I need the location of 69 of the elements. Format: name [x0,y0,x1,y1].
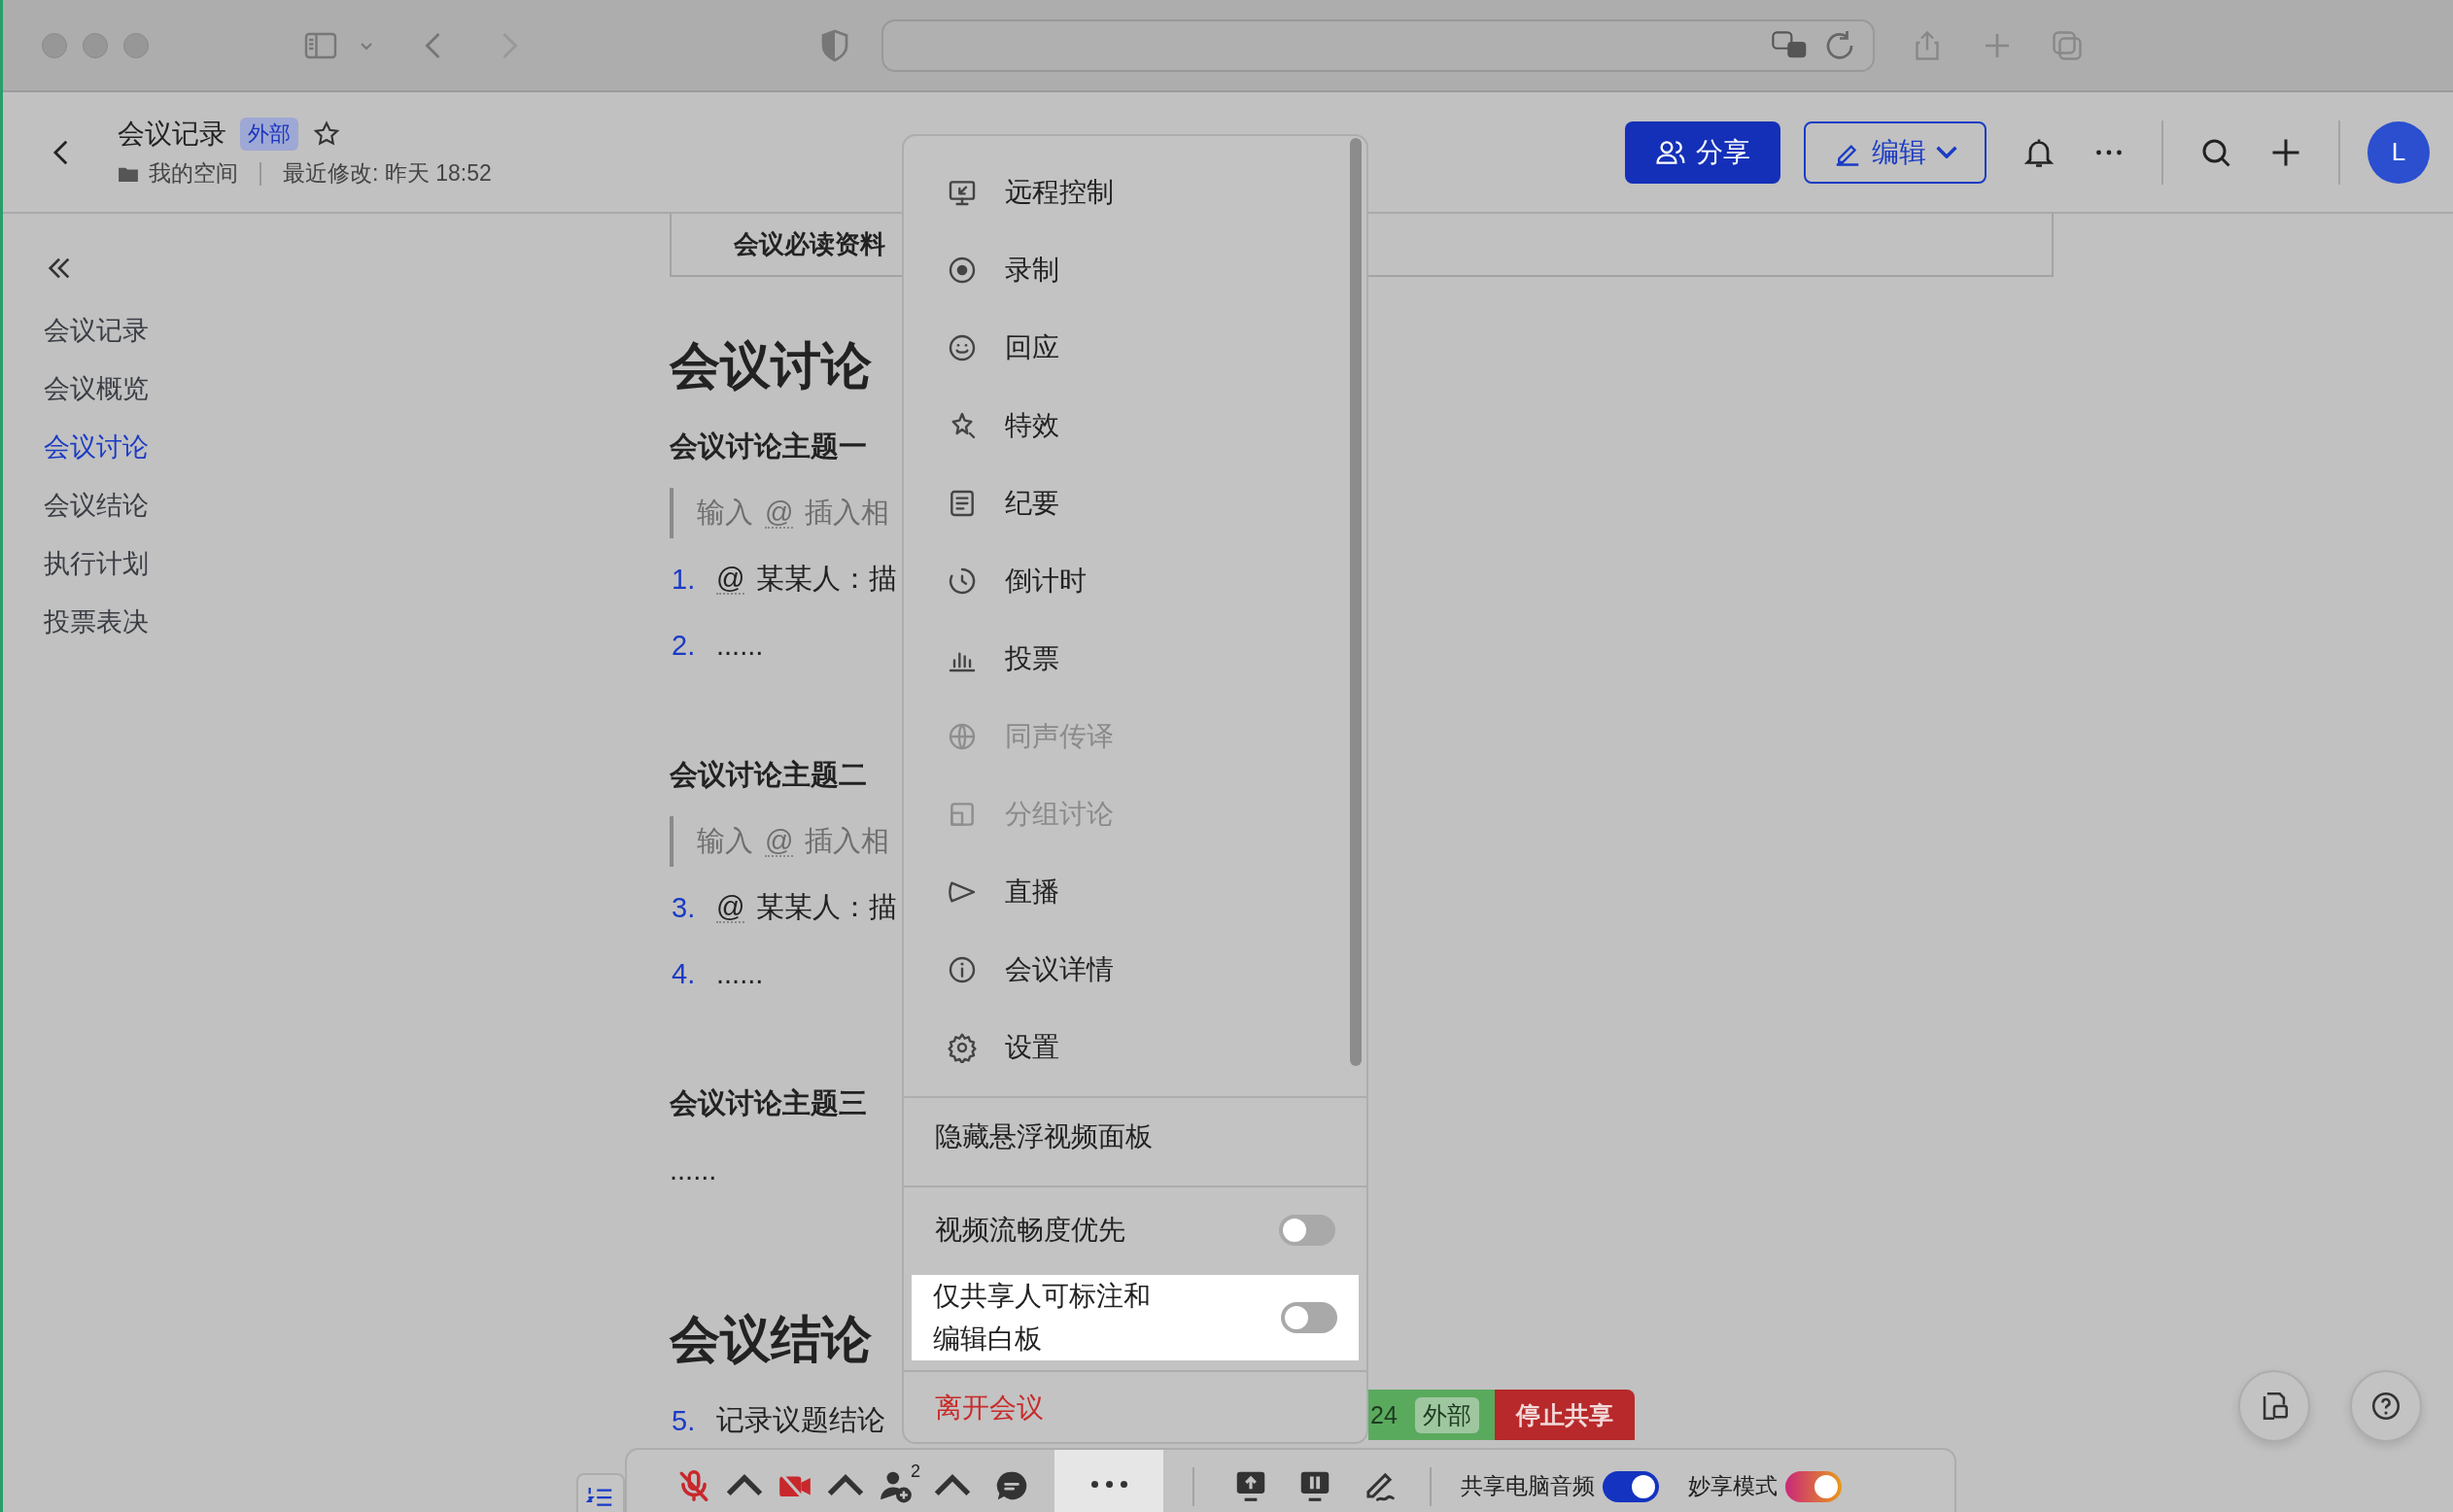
setting-label: 仅共享人可标注和编辑白板 [933,1280,1152,1356]
document-title: 会议记录 [118,118,226,151]
menu-item[interactable]: 回应 [904,309,1366,387]
edit-button[interactable]: 编辑 [1804,120,1987,184]
list-text: 某某人：描 [756,890,898,924]
section-heading: 会议讨论 [670,336,872,395]
globe-icon [947,721,978,752]
outline-button[interactable] [576,1473,625,1512]
external-badge: 外部 [1414,1396,1479,1433]
menu-item[interactable]: 隐藏悬浮视频面板 [904,1098,1366,1176]
list-number: 2. [672,629,697,662]
placeholder-text: 插入相 [805,496,890,530]
external-badge: 外部 [240,118,298,151]
table-cell-text: 会议必读资料 [734,228,885,260]
topic-heading: 会议讨论主题三 [670,1086,867,1120]
paragraph-text: ...... [670,1152,717,1187]
more-icon [1090,1480,1127,1488]
user-avatar[interactable]: L [2367,120,2430,184]
menu-item[interactable]: 倒计时 [904,542,1366,620]
placeholder-text: 输入 [697,824,753,858]
topic-heading: 会议讨论主题一 [670,430,867,464]
list-text: ...... [716,957,764,990]
list-text: 某某人：描 [756,562,898,596]
outline-item[interactable]: 会议记录 [44,301,149,360]
menu-item[interactable]: 直播 [904,853,1366,931]
section-heading: 会议结论 [670,1310,872,1369]
menu-item[interactable]: 录制 [904,231,1366,309]
menu-item[interactable]: 特效 [904,387,1366,464]
list-number: 1. [672,563,697,596]
sharing-count: 24 [1370,1400,1398,1429]
share-button[interactable]: 分享 [1625,120,1780,184]
location-link[interactable]: 我的空间 [149,158,238,189]
setting-label: 视频流畅度优先 [935,1214,1126,1247]
info-icon [947,954,978,985]
stop-sharing-button[interactable]: 停止共享 [1494,1390,1635,1440]
topic-heading: 会议讨论主题二 [670,758,867,792]
scrollbar[interactable] [1350,138,1362,1066]
list-number: 5. [672,1404,697,1437]
toggle-switch[interactable] [1603,1471,1659,1502]
toolbar-button[interactable]: 2 [878,1461,975,1510]
list-text: ...... [716,629,764,662]
help-icon [2369,1390,2402,1423]
menu-item[interactable]: 远程控制 [904,154,1366,231]
settings-icon [947,1032,978,1063]
menu-item[interactable]: 纪要 [904,464,1366,542]
toggle-switch[interactable] [1279,1215,1335,1246]
placeholder-text: 输入 [697,496,753,530]
outline-item[interactable]: 会议讨论 [44,418,149,476]
participant-count: 2 [911,1461,920,1482]
menu-item[interactable]: 会议详情 [904,931,1366,1009]
toggle-label: 共享电脑音频 [1461,1472,1595,1500]
record-icon [947,255,978,286]
list-number: 3. [672,891,697,924]
placeholder-text: 插入相 [805,824,890,858]
menu-item[interactable]: 设置 [904,1009,1366,1086]
menu-item[interactable]: 投票 [904,620,1366,698]
outline-item[interactable]: 会议概览 [44,360,149,418]
toggle-label: 妙享模式 [1688,1472,1778,1500]
outline-item[interactable]: 投票表决 [44,593,149,651]
timer-icon [947,566,978,597]
caret-icon [1936,146,1957,158]
last-modified: 最近修改: 昨天 18:52 [283,159,492,188]
outline-item[interactable]: 执行计划 [44,534,149,593]
list-text: 记录议题结论 [716,1403,885,1437]
toggle-switch[interactable] [1785,1471,1842,1502]
smiley-icon [947,332,978,363]
toggle-switch[interactable] [1281,1302,1337,1333]
outline-item[interactable]: 会议结论 [44,476,149,534]
list-number: 4. [672,957,697,990]
